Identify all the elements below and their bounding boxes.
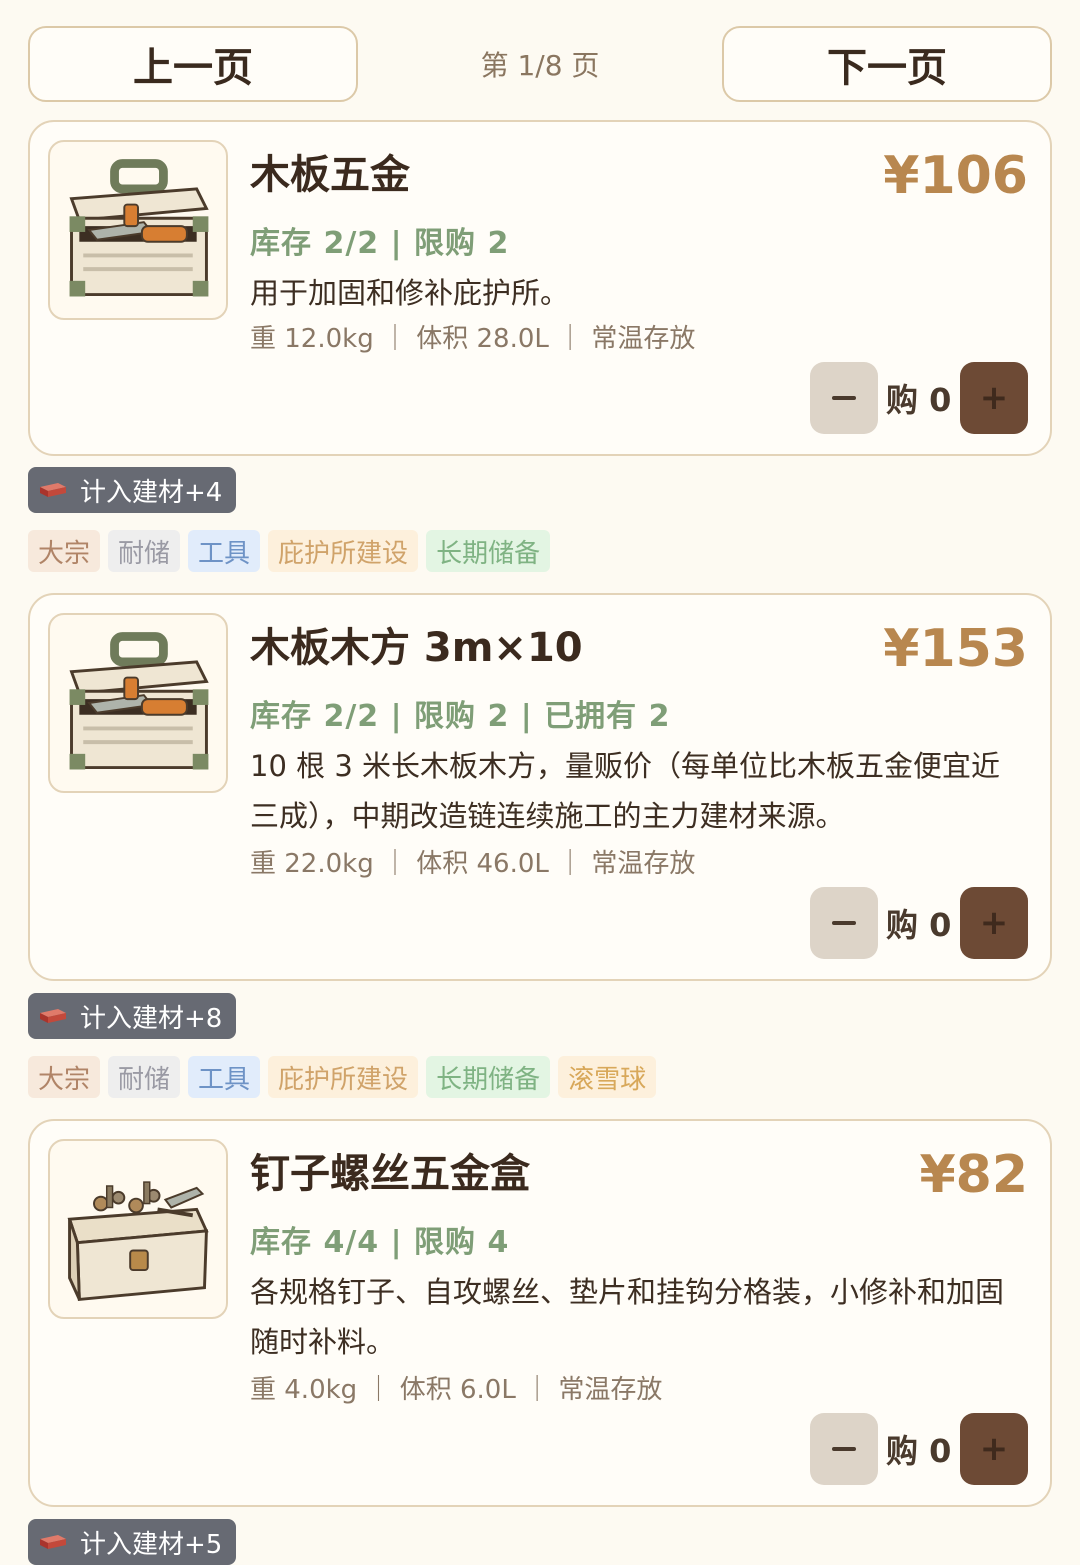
tag: 庇护所建设 [268, 530, 419, 572]
minus-icon [832, 396, 856, 400]
material-credit-badge: 计入建材+5 [28, 1519, 237, 1565]
product-description: 用于加固和修补庇护所。 [250, 276, 570, 310]
credit-label: 计入建材+8 [80, 1003, 223, 1034]
credit-label: 计入建材+4 [80, 477, 223, 508]
product-meta: 重 4.0kg ｜ 体积 6.0L ｜ 常温存放 [250, 1375, 663, 1405]
increase-button[interactable]: + [960, 887, 1028, 959]
credit-label: 计入建材+5 [80, 1529, 223, 1560]
tag: 耐储 [108, 1056, 181, 1098]
tag: 工具 [188, 1056, 261, 1098]
quantity-stepper: 购 0 + [810, 887, 1028, 959]
product-name: 木板五金 [250, 152, 410, 198]
plus-icon: + [979, 1429, 1009, 1469]
quantity-label: 购 0 [886, 381, 952, 419]
tag: 滚雪球 [558, 1056, 657, 1098]
product-card: 木板木方 3m×10 ¥153 库存 2/2 | 限购 2 | 已拥有 2 10… [28, 593, 1052, 981]
minus-icon [832, 1447, 856, 1451]
stock-info: 库存 2/2 | 限购 2 | 已拥有 2 [250, 699, 671, 734]
hardware-box-icon [48, 1139, 228, 1319]
tag: 大宗 [28, 530, 101, 572]
stock-info: 库存 2/2 | 限购 2 [250, 226, 510, 261]
brick-icon [40, 483, 66, 497]
product-price: ¥153 [883, 619, 1028, 679]
minus-icon [832, 921, 856, 925]
tag-list: 大宗 耐储 工具 庇护所建设 长期储备 [28, 530, 551, 572]
tag: 长期储备 [426, 530, 551, 572]
decrease-button[interactable] [810, 887, 878, 959]
product-description: 各规格钉子、自攻螺丝、垫片和挂钩分格装，小修补和加固随时补料。 [250, 1275, 1005, 1359]
product-name: 钉子螺丝五金盒 [250, 1151, 530, 1197]
material-credit-badge: 计入建材+8 [28, 993, 237, 1039]
product-price: ¥106 [883, 146, 1028, 206]
tag: 工具 [188, 530, 261, 572]
tag: 耐储 [108, 530, 181, 572]
brick-icon [40, 1009, 66, 1023]
tag: 庇护所建设 [268, 1056, 419, 1098]
product-name: 木板木方 3m×10 [250, 625, 583, 671]
product-description: 10 根 3 米长木板木方，量贩价（每单位比木板五金便宜近三成），中期改造链连续… [250, 749, 1001, 833]
plus-icon: + [979, 903, 1009, 943]
product-card: 钉子螺丝五金盒 ¥82 库存 4/4 | 限购 4 各规格钉子、自攻螺丝、垫片和… [28, 1119, 1052, 1507]
brick-icon [40, 1535, 66, 1549]
tag: 大宗 [28, 1056, 101, 1098]
decrease-button[interactable] [810, 362, 878, 434]
decrease-button[interactable] [810, 1413, 878, 1485]
tag: 长期储备 [426, 1056, 551, 1098]
material-credit-badge: 计入建材+4 [28, 467, 237, 513]
pager: 上一页 第 1/8 页 下一页 [28, 26, 1052, 104]
product-meta: 重 12.0kg ｜ 体积 28.0L ｜ 常温存放 [250, 324, 696, 354]
increase-button[interactable]: + [960, 362, 1028, 434]
prev-page-button[interactable]: 上一页 [28, 26, 358, 102]
quantity-stepper: 购 0 + [810, 1413, 1028, 1485]
increase-button[interactable]: + [960, 1413, 1028, 1485]
plus-icon: + [979, 378, 1009, 418]
next-page-button[interactable]: 下一页 [722, 26, 1052, 102]
toolbox-icon [48, 613, 228, 793]
quantity-label: 购 0 [886, 906, 952, 944]
quantity-stepper: 购 0 + [810, 362, 1028, 434]
toolbox-icon [48, 140, 228, 320]
quantity-label: 购 0 [886, 1432, 952, 1470]
product-price: ¥82 [919, 1145, 1028, 1205]
product-card: 木板五金 ¥106 库存 2/2 | 限购 2 用于加固和修补庇护所。 重 12… [28, 120, 1052, 456]
product-meta: 重 22.0kg ｜ 体积 46.0L ｜ 常温存放 [250, 849, 696, 879]
tag-list: 大宗 耐储 工具 庇护所建设 长期储备 滚雪球 [28, 1056, 657, 1098]
stock-info: 库存 4/4 | 限购 4 [250, 1225, 510, 1260]
